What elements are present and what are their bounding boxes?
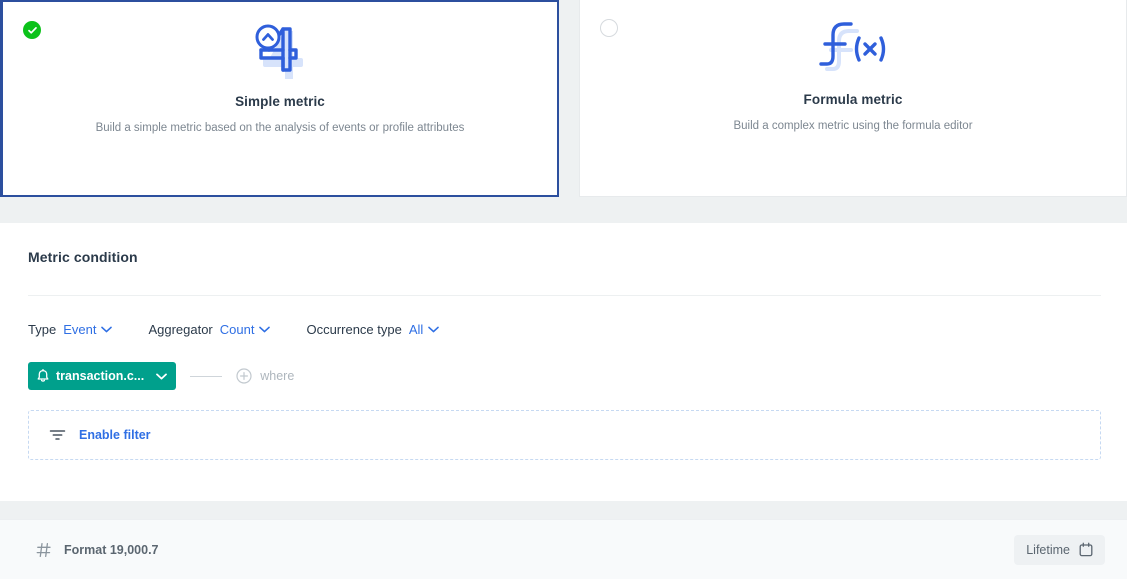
enable-filter-label[interactable]: Enable filter xyxy=(79,428,151,442)
metric-footer-bar: Format 19,000.7 Lifetime xyxy=(0,519,1127,579)
chevron-down-icon[interactable] xyxy=(156,373,167,380)
number-four-trend-up-icon xyxy=(3,2,557,94)
metric-type-card-formula-metric[interactable]: Formula metric Build a complex metric us… xyxy=(579,0,1127,197)
metric-type-card-list: Simple metric Build a simple metric base… xyxy=(0,0,1127,205)
format-label: Format 19,000.7 xyxy=(64,543,159,557)
selector-type[interactable]: Type Event xyxy=(28,322,112,337)
filter-funnel-icon xyxy=(49,428,66,442)
selector-type-label: Type xyxy=(28,322,56,337)
where-label: where xyxy=(260,369,294,383)
chevron-down-icon[interactable] xyxy=(428,326,439,333)
function-fx-icon xyxy=(580,0,1126,92)
selector-type-value[interactable]: Event xyxy=(63,322,96,337)
format-setting[interactable]: Format 19,000.7 xyxy=(36,542,159,558)
metric-type-card-simple-metric[interactable]: Simple metric Build a simple metric base… xyxy=(0,0,559,197)
chip-connector-line xyxy=(190,376,222,377)
metric-type-card-title: Formula metric xyxy=(580,92,1126,107)
panel-divider xyxy=(28,295,1101,296)
condition-selector-row: Type Event Aggregator Count Occurrence t… xyxy=(28,322,1101,337)
selector-occurrence-type-label: Occurrence type xyxy=(306,322,401,337)
enable-filter-box[interactable]: Enable filter xyxy=(28,410,1101,460)
event-chip[interactable]: transaction.c... xyxy=(28,362,176,390)
metric-condition-panel: Metric condition Type Event Aggregator C… xyxy=(0,223,1127,501)
selector-occurrence-type-value[interactable]: All xyxy=(409,322,423,337)
calendar-icon xyxy=(1079,542,1093,557)
selector-aggregator[interactable]: Aggregator Count xyxy=(148,322,270,337)
plus-circle-icon[interactable] xyxy=(236,368,252,384)
selector-aggregator-value[interactable]: Count xyxy=(220,322,255,337)
date-range-label: Lifetime xyxy=(1026,543,1070,557)
check-circle-icon[interactable] xyxy=(23,21,41,39)
hash-icon xyxy=(36,542,52,558)
chevron-down-icon[interactable] xyxy=(259,326,270,333)
event-chip-label: transaction.c... xyxy=(56,369,144,383)
panel-title: Metric condition xyxy=(28,249,1101,265)
metric-type-card-title: Simple metric xyxy=(3,94,557,109)
metric-type-card-description: Build a simple metric based on the analy… xyxy=(3,118,557,138)
event-selection-row: transaction.c... where xyxy=(28,362,1101,390)
add-where-condition-button[interactable]: where xyxy=(236,368,294,384)
selector-aggregator-label: Aggregator xyxy=(148,322,212,337)
bell-icon xyxy=(37,369,49,383)
metric-type-card-description: Build a complex metric using the formula… xyxy=(580,116,1126,136)
chevron-down-icon[interactable] xyxy=(101,326,112,333)
radio-empty-icon[interactable] xyxy=(600,19,618,37)
selector-occurrence-type[interactable]: Occurrence type All xyxy=(306,322,439,337)
date-range-button[interactable]: Lifetime xyxy=(1014,535,1105,565)
